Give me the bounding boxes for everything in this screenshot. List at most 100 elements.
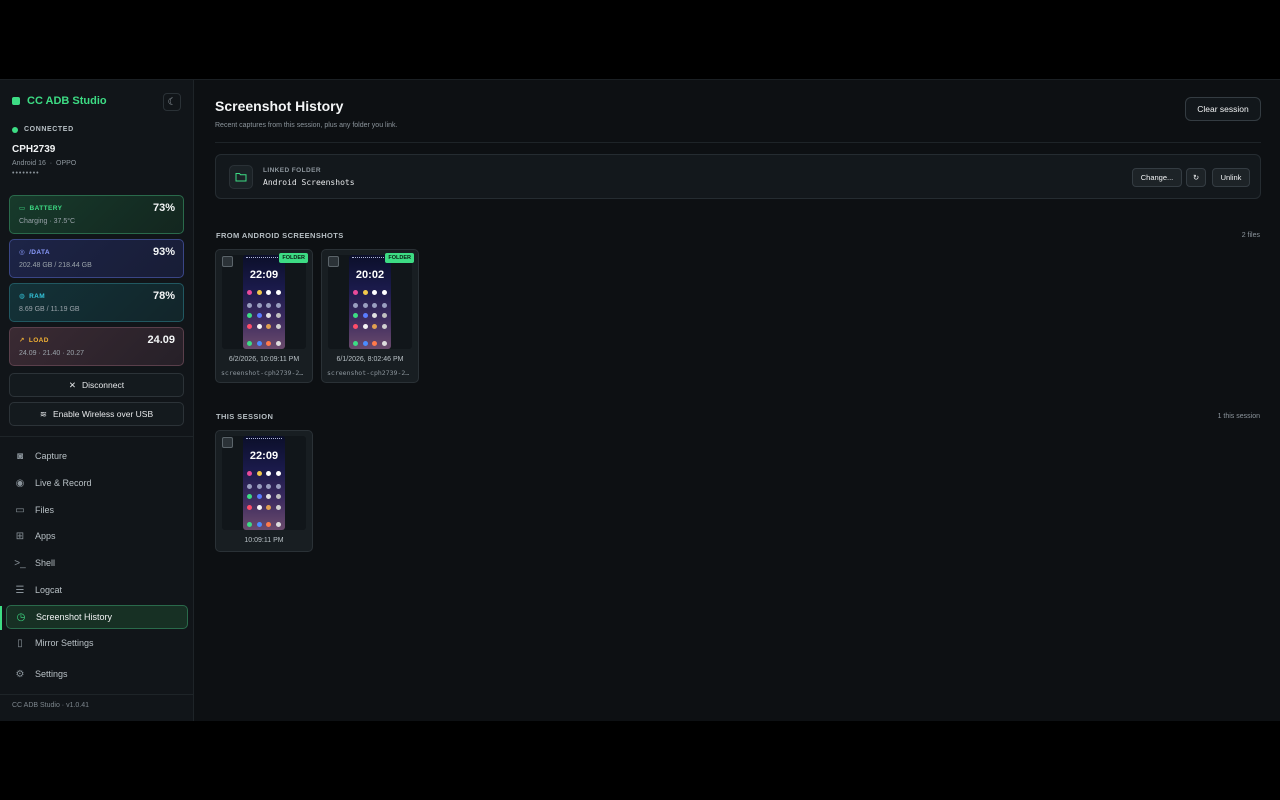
nav-logcat[interactable]: ☰ Logcat	[6, 578, 188, 602]
section-title-folder: FROM ANDROID SCREENSHOTS	[216, 231, 344, 240]
nav-capture[interactable]: ◙ Capture	[6, 444, 188, 468]
enable-wireless-button[interactable]: ≋ Enable Wireless over USB	[9, 402, 184, 426]
brand-logo-icon	[12, 97, 20, 105]
storage-sub: 202.48 GB / 218.44 GB	[19, 262, 92, 269]
screenshot-card[interactable]: 22:09 FOLDER 6/2/2026, 10:09:11 PM scree…	[215, 249, 313, 383]
app-window: CC ADB Studio ☾ CONNECTED CPH2739 Androi…	[0, 79, 1280, 721]
select-checkbox[interactable]	[222, 437, 233, 448]
screenshot-filename: screenshot-cph2739-2...	[327, 369, 413, 377]
change-folder-button[interactable]: Change...	[1132, 168, 1182, 187]
trend-up-icon: ↗	[19, 337, 25, 344]
screenshot-thumbnail: 22:09	[222, 255, 306, 349]
battery-card: ▭ BATTERY 73% Charging · 37.5°C	[9, 195, 184, 234]
refresh-icon: ↻	[1192, 173, 1200, 182]
gear-icon: ⚙	[15, 668, 25, 680]
screenshot-date: 6/2/2026, 10:09:11 PM	[228, 356, 300, 363]
disconnect-button[interactable]: ✕ Disconnect	[9, 373, 184, 397]
brand: CC ADB Studio	[12, 95, 107, 107]
section-count-folder: 2 files	[1241, 232, 1260, 239]
page-subtitle: Recent captures from this session, plus …	[215, 122, 398, 129]
divider	[0, 436, 194, 437]
screenshot-thumbnail: 20:02	[328, 255, 412, 349]
device-serial: ••••••••	[12, 170, 40, 177]
refresh-button[interactable]: ↻	[1186, 168, 1206, 187]
nav-shell[interactable]: >_ Shell	[6, 551, 188, 575]
battery-sub: Charging · 37.5°C	[19, 218, 76, 225]
device-maker: OPPO	[56, 160, 77, 167]
page-title: Screenshot History	[215, 98, 344, 114]
phone-time: 20:02	[355, 269, 385, 281]
moon-icon: ☾	[167, 96, 177, 108]
unlink-button[interactable]: Unlink	[1212, 168, 1250, 187]
close-icon: ✕	[68, 379, 77, 390]
storage-value: 93%	[152, 246, 175, 258]
section-count-session: 1 this session	[1217, 413, 1260, 420]
nav-apps[interactable]: ⊞ Apps	[6, 524, 188, 548]
brand-name: CC ADB Studio	[27, 95, 107, 107]
connection-label: CONNECTED	[24, 126, 74, 133]
grid-icon: ⊞	[15, 530, 25, 542]
folder-icon	[229, 165, 253, 189]
storage-card: ◎/DATA 93% 202.48 GB / 218.44 GB	[9, 239, 184, 278]
status-dot-icon	[12, 126, 18, 133]
load-sub: 24.09 · 21.40 · 20.27	[19, 350, 84, 357]
clock-icon: ◷	[16, 611, 26, 623]
phone-icon: ▯	[17, 637, 23, 649]
load-value: 24.09	[147, 334, 175, 346]
battery-value: 73%	[152, 202, 175, 214]
record-icon: ◉	[15, 477, 25, 489]
version-label: CC ADB Studio · v1.0.41	[12, 702, 90, 709]
phone-time: 22:09	[249, 269, 279, 281]
linked-folder-label: LINKED FOLDER	[263, 167, 321, 174]
device-os: Android 16	[12, 160, 46, 167]
nav-files[interactable]: ▭ Files	[6, 498, 188, 522]
active-indicator	[0, 606, 2, 630]
section-title-session: THIS SESSION	[216, 412, 274, 421]
nav-settings[interactable]: ⚙ Settings	[6, 662, 188, 686]
terminal-icon: >_	[14, 557, 26, 569]
ram-label: RAM	[29, 292, 46, 300]
main-content: Screenshot History Recent captures from …	[194, 80, 1280, 721]
ram-sub: 8.69 GB / 11.19 GB	[19, 306, 80, 313]
load-label: LOAD	[28, 336, 49, 344]
folder-badge: FOLDER	[279, 253, 308, 263]
theme-toggle-button[interactable]: ☾	[163, 93, 181, 111]
device-name: CPH2739	[12, 144, 56, 155]
divider	[215, 142, 1261, 143]
select-checkbox[interactable]	[222, 256, 233, 267]
camera-icon: ◙	[16, 450, 24, 462]
ram-value: 78%	[152, 290, 175, 302]
phone-preview: 20:02	[349, 255, 391, 349]
folder-icon: ▭	[15, 504, 25, 516]
select-checkbox[interactable]	[328, 256, 339, 267]
storage-label: /DATA	[29, 248, 50, 256]
screenshot-filename: screenshot-cph2739-2...	[221, 369, 307, 377]
connection-status: CONNECTED	[12, 126, 74, 133]
nav-live-record[interactable]: ◉ Live & Record	[6, 471, 188, 495]
folder-badge: FOLDER	[385, 253, 414, 263]
load-card: ↗ LOAD 24.09 24.09 · 21.40 · 20.27	[9, 327, 184, 366]
nav-screenshot-history[interactable]: ◷ Screenshot History	[6, 605, 188, 629]
wifi-icon: ≋	[39, 408, 47, 419]
device-meta: Android 16 · OPPO	[12, 160, 77, 167]
battery-icon: ▭	[19, 205, 26, 212]
battery-label: BATTERY	[29, 204, 63, 212]
chip-icon: ◍	[19, 293, 26, 300]
phone-preview: 22:09	[243, 436, 285, 530]
screenshot-card[interactable]: 20:02 FOLDER 6/1/2026, 8:02:46 PM screen…	[321, 249, 419, 383]
phone-preview: 22:09	[243, 255, 285, 349]
screenshot-card[interactable]: 22:09 10:09:11 PM	[215, 430, 313, 552]
divider	[0, 694, 194, 695]
screenshot-thumbnail: 22:09	[222, 436, 306, 530]
screenshot-date: 6/1/2026, 8:02:46 PM	[336, 356, 404, 363]
list-icon: ☰	[15, 584, 25, 596]
phone-time: 22:09	[249, 450, 279, 462]
linked-folder-path: Android Screenshots	[263, 178, 355, 187]
sidebar: CC ADB Studio ☾ CONNECTED CPH2739 Androi…	[0, 80, 194, 721]
ram-card: ◍ RAM 78% 8.69 GB / 11.19 GB	[9, 283, 184, 322]
screenshot-time: 10:09:11 PM	[244, 537, 284, 544]
database-icon: ◎	[19, 249, 26, 256]
clear-session-button[interactable]: Clear session	[1185, 97, 1261, 121]
linked-folder-panel: LINKED FOLDER Android Screenshots Change…	[215, 154, 1261, 199]
nav-mirror-settings[interactable]: ▯ Mirror Settings	[6, 631, 188, 655]
